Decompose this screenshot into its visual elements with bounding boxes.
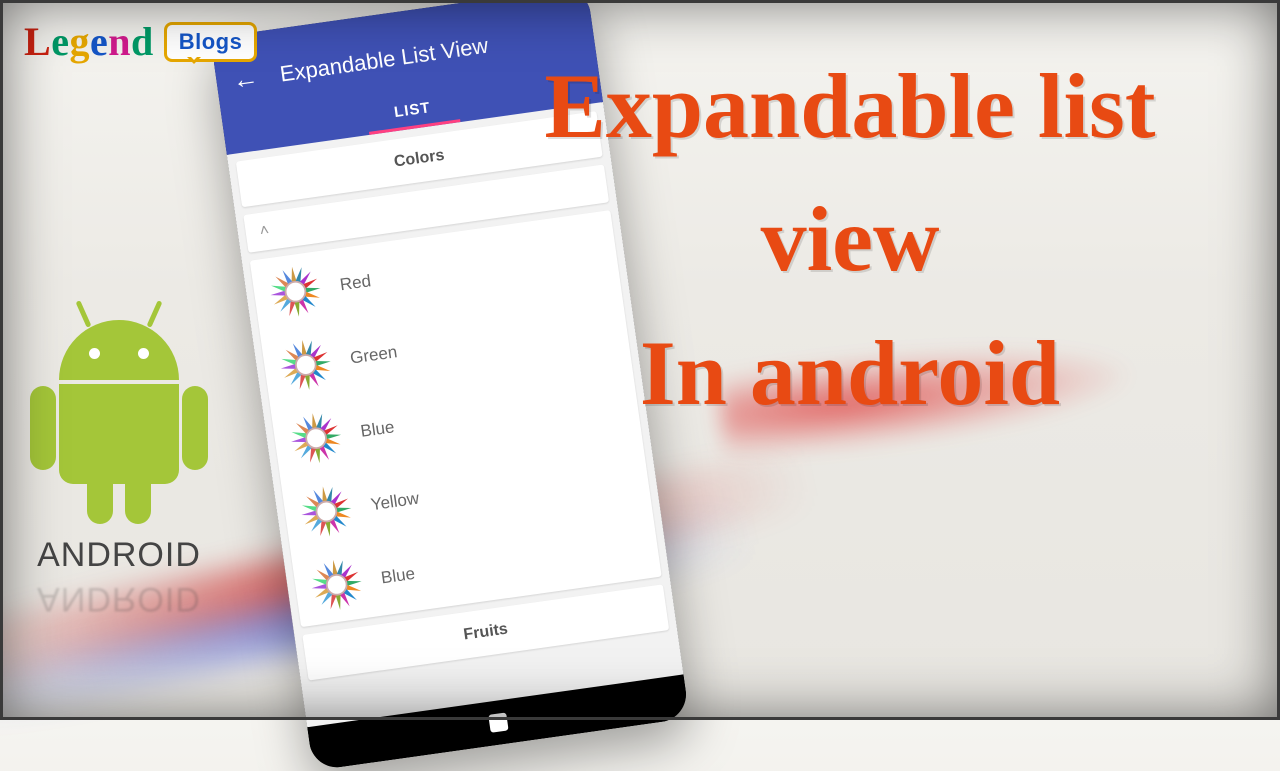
logo-letter: e	[90, 19, 108, 64]
logo-bubble: Blogs	[164, 22, 258, 62]
headline-line: In android	[460, 307, 1240, 440]
logo-letter: d	[131, 19, 154, 64]
legend-blogs-logo: Legend Blogs	[24, 18, 257, 65]
item-label: Blue	[380, 564, 416, 589]
home-button-icon[interactable]	[488, 712, 508, 732]
app-title: Expandable List View	[278, 32, 490, 87]
item-label: Green	[349, 342, 399, 368]
burst-icon	[306, 554, 367, 615]
burst-icon	[265, 261, 326, 322]
headline-text: Expandable list view In android	[460, 40, 1240, 440]
item-label: Red	[339, 271, 373, 295]
logo-letter: L	[24, 19, 51, 64]
item-label: Yellow	[370, 489, 421, 516]
logo-letter: n	[108, 19, 131, 64]
logo-letter: e	[51, 19, 69, 64]
burst-icon	[286, 408, 347, 469]
logo-letter: g	[69, 19, 90, 64]
headline-line: Expandable list	[460, 40, 1240, 173]
back-arrow-icon[interactable]: ←	[230, 62, 260, 96]
android-robot-icon	[34, 320, 204, 484]
burst-icon	[296, 481, 357, 542]
android-wordmark: ANDROID	[34, 536, 204, 575]
android-logo-block: ANDROID ANDROID	[34, 320, 204, 618]
burst-icon	[275, 334, 336, 395]
android-wordmark-reflection: ANDROID	[34, 579, 204, 618]
chevron-up-icon: ˄	[259, 222, 271, 240]
headline-line: view	[460, 173, 1240, 306]
item-label: Blue	[359, 417, 395, 442]
